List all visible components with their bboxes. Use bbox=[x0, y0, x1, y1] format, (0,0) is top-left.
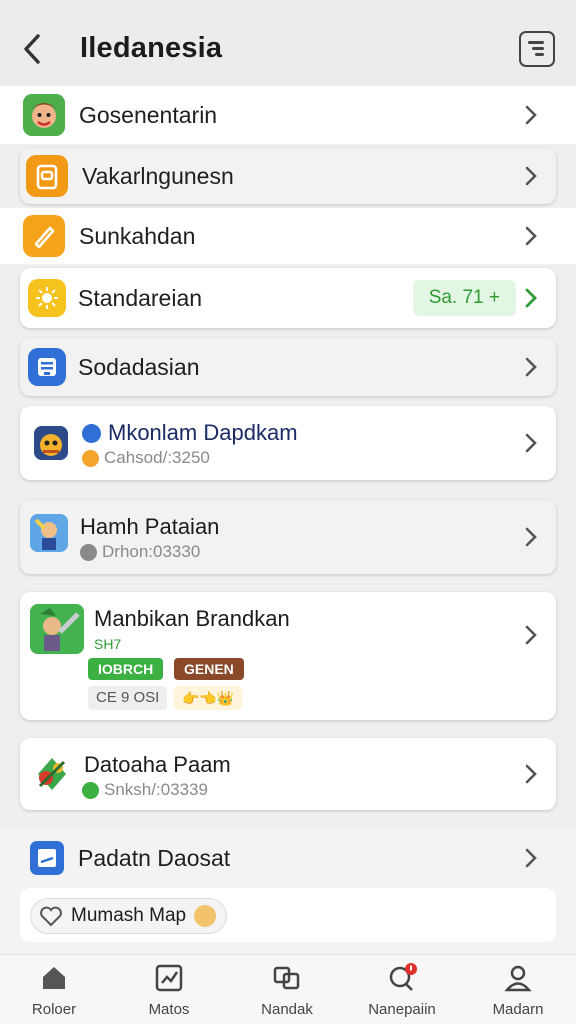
chevron-left-icon[interactable] bbox=[18, 30, 46, 68]
chevron-right-icon bbox=[525, 288, 537, 308]
chevron-right-icon bbox=[525, 848, 537, 868]
chevron-right-icon bbox=[525, 764, 537, 784]
windows-icon bbox=[273, 966, 300, 990]
game-title: Datoaha Paam bbox=[84, 752, 231, 777]
list-item[interactable]: Padatn Daosat bbox=[20, 832, 556, 884]
list-item[interactable]: Sodadasian bbox=[20, 338, 556, 396]
map-chip[interactable]: Mumash Map bbox=[30, 898, 228, 934]
nav-item-profile[interactable]: Madarn bbox=[468, 955, 568, 1024]
chart-icon bbox=[155, 964, 183, 992]
sun-app-icon bbox=[28, 279, 66, 317]
page-title: Iledanesia bbox=[80, 32, 223, 64]
document-list-icon[interactable] bbox=[519, 31, 555, 67]
bottom-nav: Roloer Matos Nandak Nanepaiin Madarn bbox=[0, 954, 576, 1024]
game-card[interactable]: Manbikan Brandkan SH7 IOBRCH GENEN CE 9 … bbox=[20, 592, 556, 720]
game-subtitle: Drhon:03330 bbox=[102, 542, 201, 561]
chevron-right-icon bbox=[525, 166, 537, 186]
nav-item-home[interactable]: Roloer bbox=[4, 955, 104, 1024]
nav-item-windows[interactable]: Nandak bbox=[237, 955, 337, 1024]
nav-item-search[interactable]: Nanepaiin bbox=[352, 955, 452, 1024]
game-app-icon bbox=[30, 514, 68, 552]
game-card[interactable]: Datoaha Paam Snksh/:03339 bbox=[20, 738, 556, 810]
status-badge: Sa. 71 + bbox=[412, 280, 516, 316]
list-item[interactable]: Sunkahdan bbox=[0, 208, 576, 264]
chevron-right-icon bbox=[525, 527, 537, 547]
game-app-icon bbox=[30, 604, 84, 654]
globe-icon bbox=[194, 905, 217, 927]
nav-label: Nandak bbox=[261, 1001, 313, 1018]
nav-item-stats[interactable]: Matos bbox=[119, 955, 219, 1024]
tag-plain: CE 9 OSI bbox=[88, 686, 168, 710]
game-subtitle: Cahsod/:3250 bbox=[104, 448, 210, 467]
chevron-right-icon bbox=[525, 357, 537, 377]
list-item-label: Vakarlngunesn bbox=[82, 162, 234, 189]
nav-label: Roloer bbox=[31, 1001, 77, 1018]
list-item[interactable]: Standareian Sa. 71 + bbox=[20, 268, 556, 328]
chevron-right-icon bbox=[525, 433, 537, 453]
game-subtitle: SH7 bbox=[94, 636, 122, 652]
home-icon bbox=[43, 967, 65, 989]
search-notification-icon bbox=[389, 963, 417, 991]
tag-emoji: 👉👈👑 bbox=[174, 686, 243, 710]
game-card[interactable]: Hamh Pataian Drhon:03330 bbox=[20, 500, 556, 574]
game-title: Manbikan Brandkan bbox=[94, 606, 290, 631]
list-item-label: Sunkahdan bbox=[79, 222, 196, 249]
heart-icon bbox=[40, 906, 62, 927]
check-icon bbox=[82, 781, 99, 799]
nav-label: Nanepaiin bbox=[368, 1001, 436, 1018]
game-card[interactable]: Mkonlam Dapdkam Cahsod/:3250 bbox=[20, 406, 556, 480]
coin-icon bbox=[82, 449, 99, 467]
list-item[interactable]: Vakarlngunesn bbox=[20, 148, 556, 204]
game-app-icon bbox=[34, 426, 68, 460]
list-item-label: Gosenentarin bbox=[79, 101, 218, 128]
profile-icon bbox=[504, 965, 532, 992]
pencil-app-icon bbox=[23, 215, 65, 257]
character-app-icon bbox=[23, 94, 65, 136]
app-header: Iledanesia bbox=[0, 0, 576, 86]
chevron-right-icon bbox=[525, 625, 537, 645]
list-item-label: Padatn Daosat bbox=[78, 844, 231, 871]
game-title: Mkonlam Dapdkam bbox=[108, 420, 298, 445]
nav-label: Madarn bbox=[492, 1001, 544, 1018]
tag-brown: GENEN bbox=[174, 658, 244, 680]
gear-icon bbox=[80, 543, 97, 561]
list-item-label: Sodadasian bbox=[78, 353, 200, 380]
game-subtitle: Snksh/:03339 bbox=[104, 780, 208, 799]
list-item-label: Standareian bbox=[78, 284, 203, 311]
list-item[interactable]: Gosenentarin bbox=[0, 86, 576, 144]
chevron-right-icon bbox=[525, 226, 537, 246]
chip-label: Mumash Map bbox=[71, 905, 187, 926]
chevron-right-icon bbox=[525, 105, 537, 125]
game-app-icon bbox=[32, 754, 72, 794]
tag-green: IOBRCH bbox=[88, 658, 164, 680]
clipboard-app-icon bbox=[26, 155, 68, 197]
compass-icon bbox=[82, 423, 101, 443]
edit-app-icon bbox=[30, 841, 64, 875]
game-title: Hamh Pataian bbox=[80, 514, 220, 539]
nav-label: Matos bbox=[148, 1001, 190, 1018]
form-app-icon bbox=[28, 348, 66, 386]
